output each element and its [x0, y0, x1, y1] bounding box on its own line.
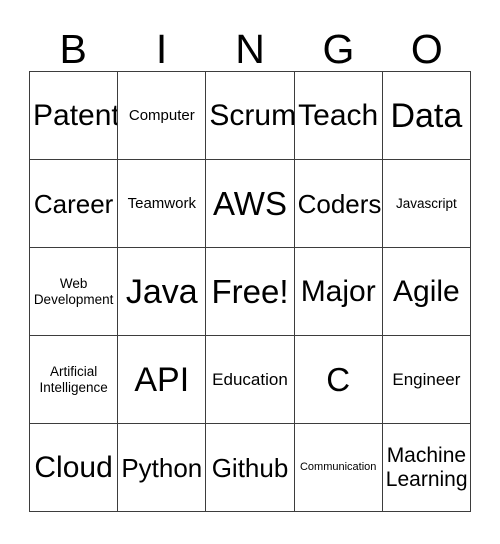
bingo-cell-label: Coders: [297, 188, 382, 219]
bingo-header-letter-g: G: [322, 26, 355, 72]
bingo-cell-label: Major: [300, 274, 376, 308]
bingo-cell-r5c5[interactable]: Machine Learning: [382, 424, 471, 512]
bingo-cell-r4c4[interactable]: C: [294, 336, 383, 424]
bingo-card: B I N G O Patent Computer Scrum Teach Data Ca…: [0, 0, 500, 544]
bingo-cell-label: Education: [212, 369, 288, 389]
bingo-header: B I N G O: [29, 16, 471, 71]
bingo-cell-r1c5[interactable]: Data: [382, 72, 471, 160]
bingo-cell-r5c1[interactable]: Cloud: [30, 424, 119, 512]
bingo-header-letter-b: B: [59, 26, 87, 72]
bingo-cell-r3c4[interactable]: Major: [294, 248, 383, 336]
bingo-cell-r3c1[interactable]: Web Development: [30, 248, 119, 336]
bingo-cell-label: Github: [211, 452, 289, 483]
bingo-cell-label: Computer: [128, 106, 195, 124]
bingo-cell-label: Javascript: [396, 195, 457, 211]
bingo-cell-r2c4[interactable]: Coders: [294, 160, 383, 248]
bingo-cell-r1c1[interactable]: Patent: [30, 72, 119, 160]
bingo-cell-r3c2[interactable]: Java: [118, 248, 207, 336]
bingo-cell-label: Agile: [393, 274, 460, 308]
bingo-cell-label: Engineer: [392, 369, 461, 389]
bingo-cell-label: Java: [125, 272, 198, 311]
bingo-cell-label: Cloud: [34, 450, 113, 484]
bingo-cell-label: Data: [390, 96, 463, 135]
bingo-cell-label: C: [326, 361, 351, 398]
bingo-cell-label: Web Development: [33, 275, 114, 307]
bingo-header-letter-o: O: [410, 26, 443, 72]
bingo-cell-label: Machine Learning: [385, 443, 468, 491]
bingo-cell-label: Teamwork: [127, 194, 196, 212]
bingo-cell-label: Python: [121, 452, 203, 483]
bingo-cell-r1c4[interactable]: Teach: [294, 72, 383, 160]
bingo-cell-r3c5[interactable]: Agile: [382, 248, 471, 336]
bingo-cell-label: Scrum: [209, 98, 295, 132]
bingo-cell-label: API: [134, 360, 190, 399]
bingo-cell-r4c5[interactable]: Engineer: [382, 336, 471, 424]
bingo-cell-label: Career: [33, 188, 114, 219]
bingo-cell-r2c1[interactable]: Career: [30, 160, 119, 248]
bingo-cell-r2c5[interactable]: Javascript: [382, 160, 471, 248]
bingo-cell-label: Patent: [33, 98, 119, 132]
bingo-cell-r3c3[interactable]: Free!: [206, 248, 295, 336]
bingo-cell-label: Artificial Intelligence: [39, 363, 108, 395]
bingo-cell-label: Communication: [299, 461, 377, 473]
bingo-header-letter-i: I: [155, 26, 168, 72]
bingo-cell-r5c2[interactable]: Python: [118, 424, 207, 512]
bingo-cell-label: Teach: [298, 98, 379, 132]
bingo-cell-r4c1[interactable]: Artificial Intelligence: [30, 336, 119, 424]
bingo-cell-r4c2[interactable]: API: [118, 336, 207, 424]
bingo-cell-r2c3[interactable]: AWS: [206, 160, 295, 248]
bingo-cell-r5c3[interactable]: Github: [206, 424, 295, 512]
bingo-cell-label: AWS: [213, 185, 287, 222]
bingo-cell-label: Free!: [211, 273, 289, 310]
bingo-cell-r5c4[interactable]: Communication: [294, 424, 383, 512]
bingo-cell-r4c3[interactable]: Education: [206, 336, 295, 424]
bingo-cell-r1c3[interactable]: Scrum: [206, 72, 295, 160]
bingo-cell-r1c2[interactable]: Computer: [118, 72, 207, 160]
bingo-grid: Patent Computer Scrum Teach Data Career Teamwo…: [29, 71, 471, 512]
bingo-header-letter-n: N: [235, 26, 265, 72]
bingo-cell-r2c2[interactable]: Teamwork: [118, 160, 207, 248]
